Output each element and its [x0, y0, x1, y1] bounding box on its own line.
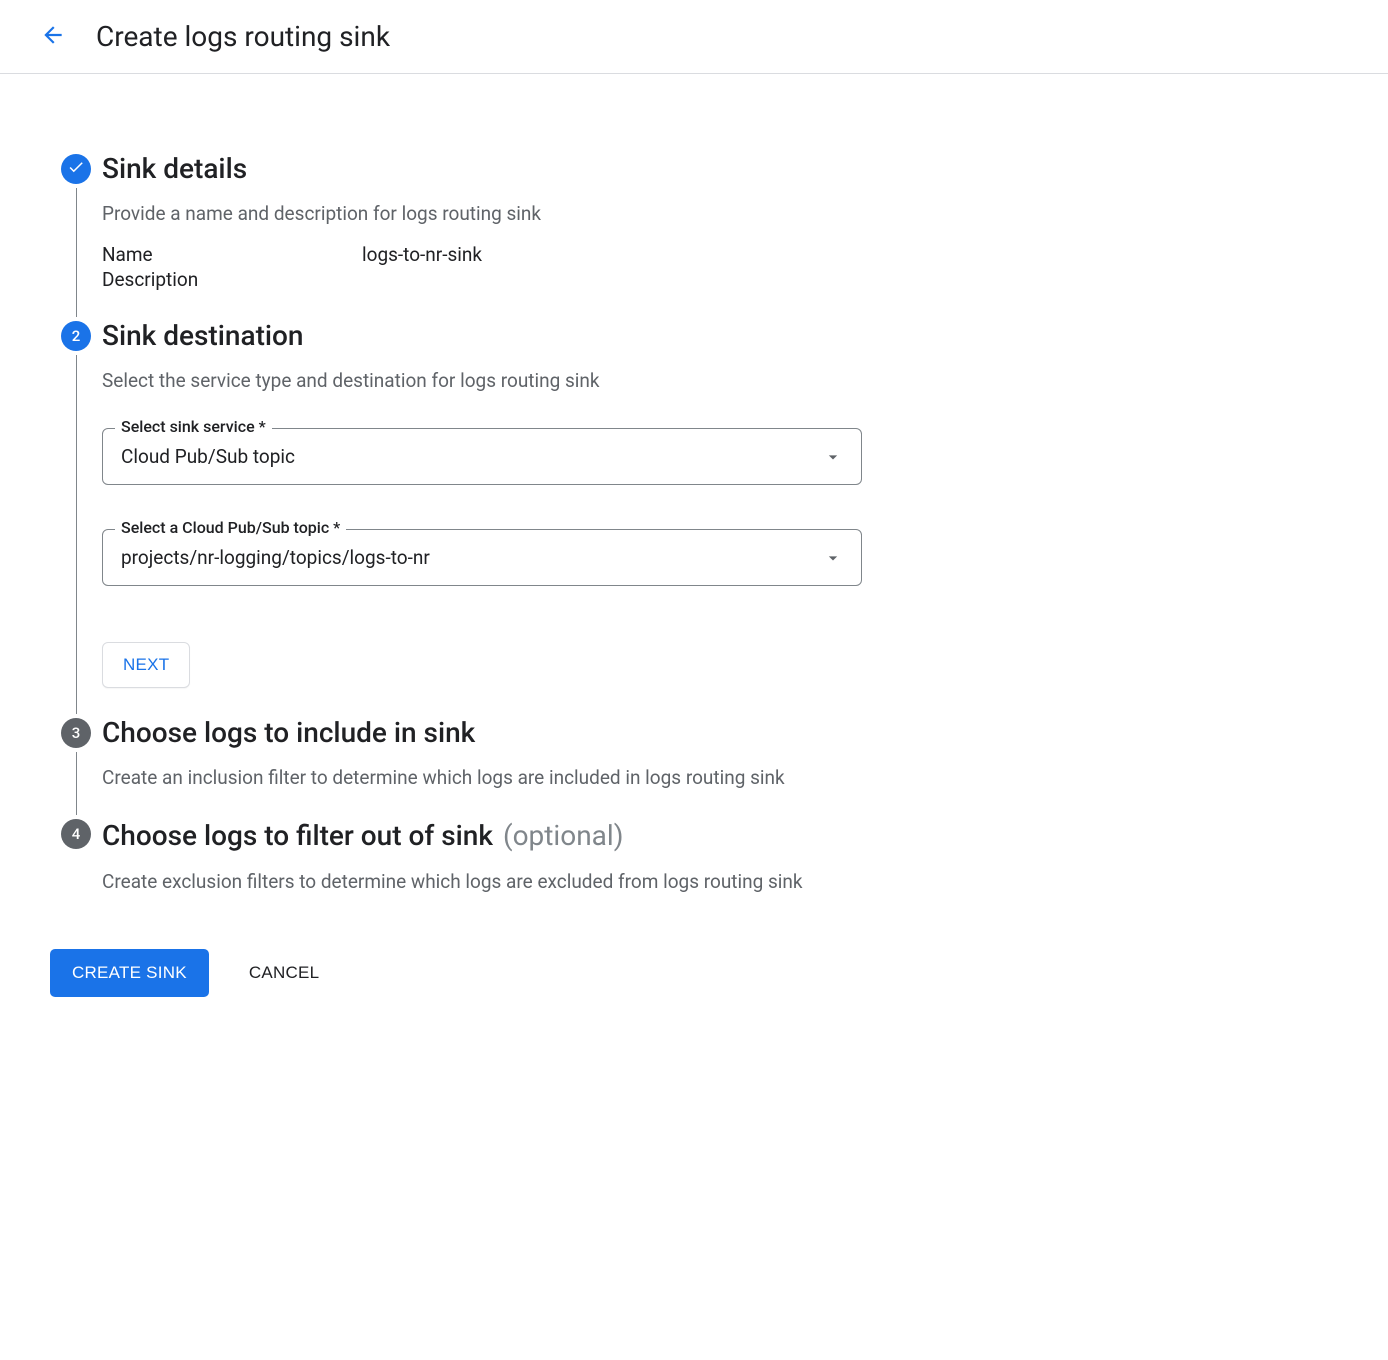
name-label: Name [102, 243, 362, 266]
summary-name-row: Name logs-to-nr-sink [102, 243, 1050, 266]
back-arrow-button[interactable] [40, 22, 66, 52]
step-connector [76, 188, 77, 317]
action-buttons: CREATE SINK CANCEL [50, 949, 1050, 997]
next-button[interactable]: NEXT [102, 642, 190, 688]
step-complete-badge [61, 154, 91, 184]
step-include-logs: 3 Choose logs to include in sink Create … [50, 718, 1050, 819]
field-value: projects/nr-logging/topics/logs-to-nr [121, 546, 430, 569]
top-bar: Create logs routing sink [0, 0, 1388, 74]
step-number-badge: 4 [61, 819, 91, 849]
field-label: Select sink service * [115, 417, 272, 436]
sink-service-select[interactable]: Select sink service * Cloud Pub/Sub topi… [102, 428, 862, 485]
step-description: Provide a name and description for logs … [102, 202, 1050, 225]
cancel-button[interactable]: CANCEL [249, 963, 319, 983]
page-title: Create logs routing sink [96, 20, 390, 53]
step-indicator [50, 154, 102, 321]
step-description: Create an inclusion filter to determine … [102, 766, 1050, 789]
field-value: Cloud Pub/Sub topic [121, 445, 295, 468]
step-connector [76, 355, 77, 714]
description-label: Description [102, 268, 362, 291]
summary-desc-row: Description [102, 268, 1050, 291]
chevron-down-icon [823, 447, 843, 467]
step-title: Sink destination [102, 321, 1050, 351]
step-title: Choose logs to filter out of sink [102, 821, 493, 851]
create-sink-button[interactable]: CREATE SINK [50, 949, 209, 997]
step-connector [76, 752, 77, 815]
arrow-left-icon [40, 22, 66, 52]
step-number-badge: 2 [61, 321, 91, 351]
wizard-content: Sink details Provide a name and descript… [0, 74, 1100, 1037]
step-title: Choose logs to include in sink [102, 718, 1050, 748]
step-sink-details: Sink details Provide a name and descript… [50, 154, 1050, 321]
step-indicator: 4 [50, 819, 102, 923]
name-value: logs-to-nr-sink [362, 243, 482, 266]
step-description: Select the service type and destination … [102, 369, 1050, 392]
step-sink-destination: 2 Sink destination Select the service ty… [50, 321, 1050, 718]
step-indicator: 3 [50, 718, 102, 819]
step-optional-tag: (optional) [503, 819, 623, 852]
step-description: Create exclusion filters to determine wh… [102, 870, 1050, 893]
step-title: Sink details [102, 154, 1050, 184]
step-indicator: 2 [50, 321, 102, 718]
step-filter-logs: 4 Choose logs to filter out of sink (opt… [50, 819, 1050, 923]
field-label: Select a Cloud Pub/Sub topic * [115, 518, 346, 537]
pubsub-topic-select[interactable]: Select a Cloud Pub/Sub topic * projects/… [102, 529, 862, 586]
chevron-down-icon [823, 548, 843, 568]
check-icon [67, 158, 85, 180]
step-number-badge: 3 [61, 718, 91, 748]
